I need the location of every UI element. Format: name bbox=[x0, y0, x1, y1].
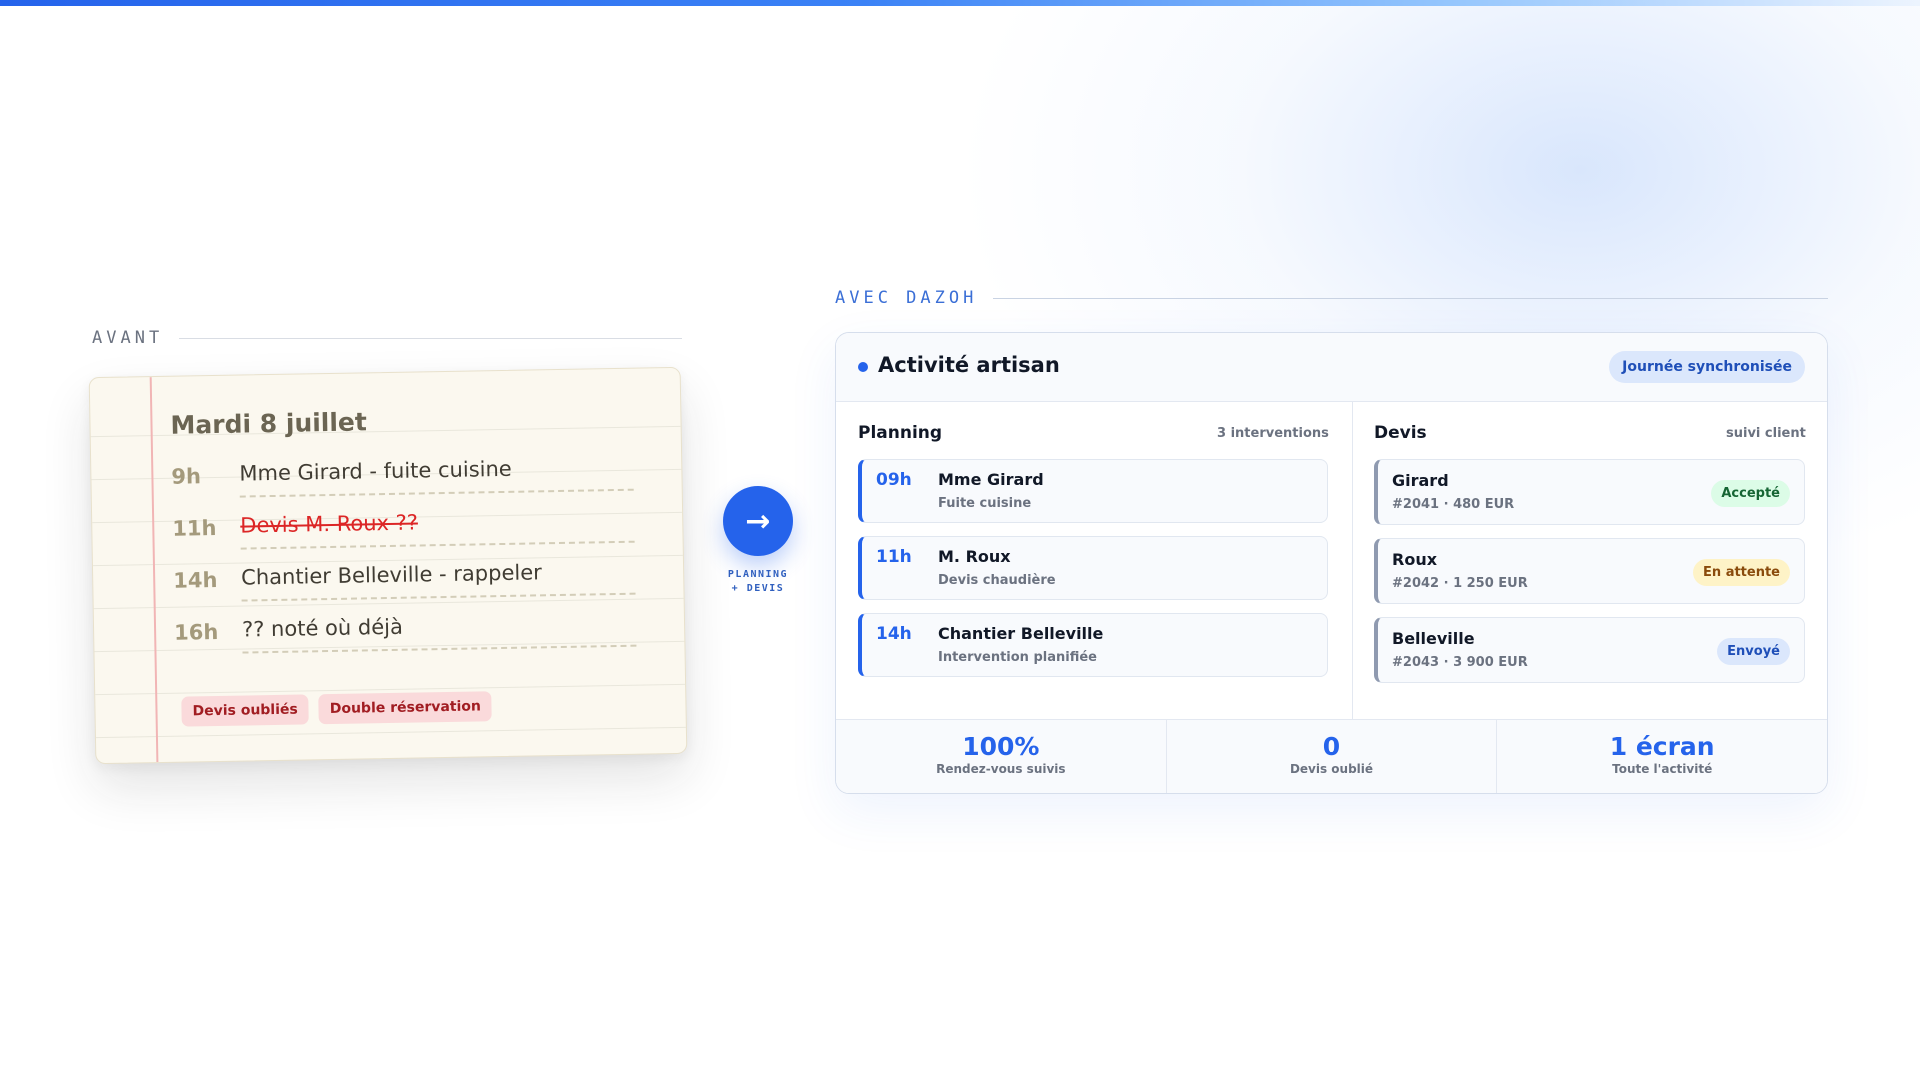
status-badge-pending: En attente bbox=[1693, 559, 1790, 586]
notebook-entry-hour: 9h bbox=[171, 464, 202, 489]
tag-double-booking: Double réservation bbox=[318, 691, 493, 725]
page: AVANT Mardi 8 juillet 9h Mme Girard - fu… bbox=[0, 0, 1920, 1080]
planning-item-hour: 11h bbox=[876, 547, 912, 567]
planning-item-description: Devis chaudière bbox=[938, 573, 1056, 588]
status-badge-sent: Envoyé bbox=[1717, 638, 1790, 665]
devis-meta: suivi client bbox=[1726, 426, 1806, 441]
notebook-entry: 9h Mme Girard - fuite cuisine bbox=[171, 454, 642, 505]
notebook-entry-text: ?? noté où déjà bbox=[241, 610, 637, 654]
devis-item-client: Roux bbox=[1392, 550, 1438, 569]
section-label-after-text: AVEC DAZOH bbox=[835, 288, 978, 308]
sync-status-badge: Journée synchronisée bbox=[1609, 351, 1805, 383]
notebook-entry-text: Mme Girard - fuite cuisine bbox=[239, 454, 634, 498]
planning-item[interactable]: 11h M. Roux Devis chaudière bbox=[858, 536, 1328, 600]
notebook-entry-hour: 16h bbox=[173, 619, 219, 645]
planning-item-name: Mme Girard bbox=[938, 470, 1044, 489]
planning-item-description: Fuite cuisine bbox=[938, 496, 1032, 511]
stat-followed-appointments: 100% Rendez-vous suivis bbox=[836, 720, 1167, 793]
devis-item-reference: #2042 · 1 250 EUR bbox=[1392, 576, 1528, 591]
stat-label: Devis oublié bbox=[1289, 762, 1374, 776]
planning-item[interactable]: 09h Mme Girard Fuite cuisine bbox=[858, 459, 1328, 523]
notebook-entry-hour: 14h bbox=[173, 567, 218, 593]
planning-item-name: Chantier Belleville bbox=[938, 624, 1104, 643]
planning-item-hour: 14h bbox=[876, 624, 912, 644]
arrow-caption-line: PLANNING bbox=[727, 569, 789, 580]
planning-count: 3 interventions bbox=[1217, 426, 1329, 441]
arrow-caption-line: + DEVIS bbox=[731, 583, 785, 594]
stat-forgotten-quotes: 0 Devis oublié bbox=[1167, 720, 1498, 793]
notebook-date: Mardi 8 juillet bbox=[170, 407, 368, 440]
section-divider bbox=[993, 297, 1828, 299]
notebook-entry-text-struck: Devis M. Roux ?? bbox=[240, 506, 635, 550]
stat-value: 1 écran bbox=[1609, 732, 1715, 761]
devis-title: Devis bbox=[1374, 423, 1427, 443]
activity-dashboard-panel: Activité artisan Journée synchronisée Pl… bbox=[835, 332, 1828, 794]
devis-item-reference: #2043 · 3 900 EUR bbox=[1392, 655, 1528, 670]
status-badge-accepted: Accepté bbox=[1711, 480, 1790, 507]
stat-value: 100% bbox=[962, 732, 1040, 761]
devis-item[interactable]: Roux #2042 · 1 250 EUR En attente bbox=[1374, 538, 1805, 604]
notebook-entry: 11h Devis M. Roux ?? bbox=[172, 506, 643, 557]
planning-item-hour: 09h bbox=[876, 470, 912, 490]
notebook-margin-line bbox=[149, 377, 159, 763]
devis-item-reference: #2041 · 480 EUR bbox=[1392, 497, 1515, 512]
stat-value: 0 bbox=[1322, 732, 1341, 761]
devis-item-client: Belleville bbox=[1392, 629, 1475, 648]
planning-title: Planning bbox=[858, 423, 943, 443]
tag-forgotten-quotes: Devis oubliés bbox=[181, 694, 310, 727]
section-label-before: AVANT bbox=[92, 328, 682, 348]
status-dot-icon bbox=[858, 362, 868, 372]
panel-title: Activité artisan bbox=[878, 353, 1060, 377]
notebook-entry: 16h ?? noté où déjà bbox=[173, 610, 645, 661]
stat-label: Rendez-vous suivis bbox=[936, 762, 1066, 776]
arrow-right-icon: → bbox=[723, 486, 793, 556]
notebook-entry: 14h Chantier Belleville - rappeler bbox=[173, 558, 644, 609]
notebook-problem-tags: Devis oubliés Double réservation bbox=[181, 691, 493, 727]
paper-notebook-card: Mardi 8 juillet 9h Mme Girard - fuite cu… bbox=[88, 366, 688, 765]
panel-header: Activité artisan Journée synchronisée bbox=[836, 333, 1827, 402]
stat-label: Toute l'activité bbox=[1612, 762, 1713, 776]
arrow-caption: PLANNING + DEVIS bbox=[708, 568, 808, 596]
planning-item-name: M. Roux bbox=[938, 547, 1011, 566]
section-divider bbox=[179, 337, 682, 339]
column-divider bbox=[1352, 401, 1353, 721]
notebook-entry-text: Chantier Belleville - rappeler bbox=[240, 558, 636, 602]
devis-item[interactable]: Belleville #2043 · 3 900 EUR Envoyé bbox=[1374, 617, 1805, 683]
devis-item-client: Girard bbox=[1392, 471, 1449, 490]
planning-item[interactable]: 14h Chantier Belleville Intervention pla… bbox=[858, 613, 1328, 677]
planning-item-description: Intervention planifiée bbox=[938, 650, 1097, 665]
notebook-entry-hour: 11h bbox=[172, 515, 217, 541]
stats-bar: 100% Rendez-vous suivis 0 Devis oublié 1… bbox=[836, 719, 1827, 793]
devis-item[interactable]: Girard #2041 · 480 EUR Accepté bbox=[1374, 459, 1805, 525]
section-label-after: AVEC DAZOH bbox=[835, 288, 1828, 308]
stat-single-screen: 1 écran Toute l'activité bbox=[1497, 720, 1827, 793]
top-accent-bar bbox=[0, 0, 1920, 6]
section-label-before-text: AVANT bbox=[92, 328, 164, 348]
